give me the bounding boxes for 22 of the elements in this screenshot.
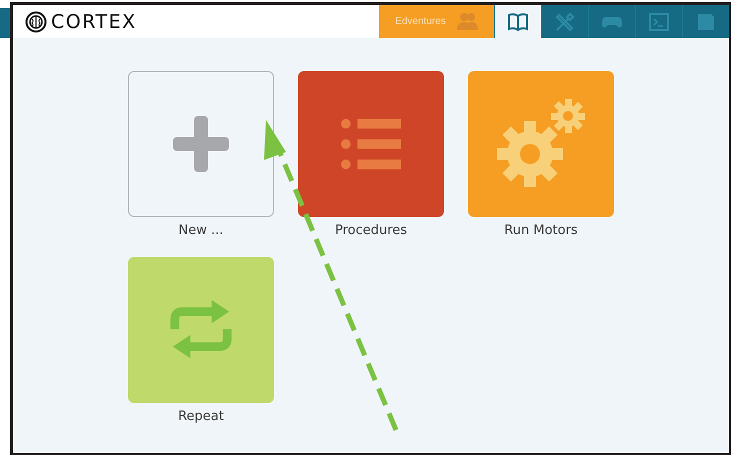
tile-label: Repeat bbox=[178, 409, 224, 424]
people-icon bbox=[456, 10, 478, 32]
book-tab[interactable] bbox=[494, 5, 541, 38]
terminal-tab[interactable] bbox=[635, 5, 682, 38]
tools-icon bbox=[554, 10, 576, 32]
program-tile[interactable] bbox=[468, 71, 614, 217]
program-tile[interactable] bbox=[298, 71, 444, 217]
save-tab[interactable] bbox=[682, 5, 729, 38]
terminal-icon bbox=[648, 10, 670, 32]
new-tile[interactable] bbox=[128, 71, 274, 217]
tile-label: Run Motors bbox=[504, 223, 578, 238]
book-icon bbox=[507, 10, 529, 32]
gamepad-tab[interactable] bbox=[588, 5, 635, 38]
app-logo-text: CORTEX bbox=[51, 10, 137, 32]
edventures-tab[interactable]: Edventures bbox=[379, 5, 494, 38]
program-tile[interactable] bbox=[128, 257, 274, 403]
tile-label: New ... bbox=[178, 223, 224, 238]
tile-label: Procedures bbox=[334, 223, 408, 238]
sidebar-strip bbox=[0, 8, 10, 38]
gears-icon bbox=[496, 99, 586, 189]
brain-logo-icon bbox=[25, 10, 47, 32]
plus-icon bbox=[171, 114, 231, 174]
